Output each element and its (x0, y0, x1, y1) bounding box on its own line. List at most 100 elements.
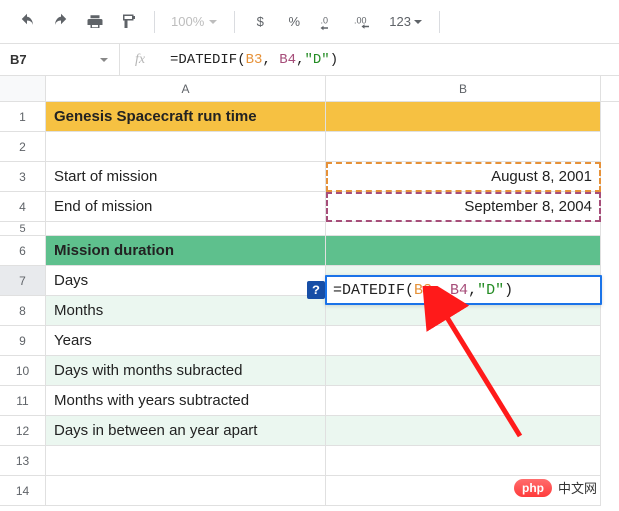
cell-A14[interactable] (46, 476, 326, 506)
undo-button[interactable] (14, 9, 40, 35)
row-header-11[interactable]: 11 (0, 386, 46, 416)
zoom-value: 100% (171, 14, 204, 29)
row-2: 2 (0, 132, 619, 162)
cell-A5[interactable] (46, 222, 326, 236)
formula-comma: , (296, 52, 304, 68)
formula-suffix: ) (330, 52, 338, 68)
name-box-value: B7 (10, 52, 27, 67)
redo-button[interactable] (48, 9, 74, 35)
row-header-2[interactable]: 2 (0, 132, 46, 162)
toolbar: 100% $ % .0 .00 123 (0, 0, 619, 44)
toolbar-separator (439, 11, 440, 33)
cell-A12[interactable]: Days in between an year apart (46, 416, 326, 446)
row-1: 1 Genesis Spacecraft run time (0, 102, 619, 132)
format-currency-button[interactable]: $ (247, 9, 273, 35)
chevron-down-icon (208, 17, 218, 27)
cell-B10[interactable] (326, 356, 601, 386)
row-6: 6 Mission duration (0, 236, 619, 266)
row-header-1[interactable]: 1 (0, 102, 46, 132)
print-button[interactable] (82, 9, 108, 35)
watermark-badge: php (514, 479, 552, 497)
row-3: 3 Start of mission August 8, 2001 (0, 162, 619, 192)
formula-comma: , (262, 52, 279, 68)
chevron-down-icon (413, 17, 423, 27)
row-11: 11 Months with years subtracted (0, 386, 619, 416)
editor-arg3: "D" (477, 282, 504, 299)
cell-B11[interactable] (326, 386, 601, 416)
row-header-12[interactable]: 12 (0, 416, 46, 446)
editor-comma: , (468, 282, 477, 299)
more-formats-button[interactable]: 123 (385, 9, 427, 35)
row-header-14[interactable]: 14 (0, 476, 46, 506)
formula-hint-icon[interactable]: ? (307, 281, 325, 299)
cell-A13[interactable] (46, 446, 326, 476)
row-header-6[interactable]: 6 (0, 236, 46, 266)
row-header-9[interactable]: 9 (0, 326, 46, 356)
increase-decimal-button[interactable]: .00 (349, 9, 377, 35)
paint-format-button[interactable] (116, 9, 142, 35)
more-formats-label: 123 (389, 14, 411, 29)
spreadsheet-grid: A B 1 Genesis Spacecraft run time 2 3 St… (0, 76, 619, 506)
row-header-13[interactable]: 13 (0, 446, 46, 476)
cell-A9[interactable]: Years (46, 326, 326, 356)
cell-B5[interactable] (326, 222, 601, 236)
svg-text:.00: .00 (354, 15, 367, 25)
cell-B12[interactable] (326, 416, 601, 446)
row-5: 5 (0, 222, 619, 236)
editor-prefix: =DATEDIF( (333, 282, 414, 299)
fx-icon: fx (120, 52, 160, 68)
cell-A10[interactable]: Days with months subracted (46, 356, 326, 386)
row-12: 12 Days in between an year apart (0, 416, 619, 446)
chevron-down-icon (99, 55, 109, 65)
cell-A1[interactable]: Genesis Spacecraft run time (46, 102, 326, 132)
editor-arg1: B3 (414, 282, 432, 299)
cell-A2[interactable] (46, 132, 326, 162)
decrease-decimal-button[interactable]: .0 (315, 9, 341, 35)
formula-bar[interactable]: =DATEDIF(B3, B4,"D") (160, 44, 619, 75)
formula-arg2: B4 (279, 52, 296, 68)
select-all-corner[interactable] (0, 76, 46, 102)
formula-arg1: B3 (246, 52, 263, 68)
row-header-7[interactable]: 7 (0, 266, 46, 296)
active-cell-editor[interactable]: ? =DATEDIF(B3, B4,"D") (325, 275, 602, 305)
cell-B9[interactable] (326, 326, 601, 356)
watermark: php 中文网 (514, 478, 597, 497)
row-header-8[interactable]: 8 (0, 296, 46, 326)
cell-B4[interactable]: September 8, 2004 (326, 192, 601, 222)
row-header-10[interactable]: 10 (0, 356, 46, 386)
column-headers: A B (0, 76, 619, 102)
row-header-5[interactable]: 5 (0, 222, 46, 236)
cell-B3[interactable]: August 8, 2001 (326, 162, 601, 192)
cell-B2[interactable] (326, 132, 601, 162)
cell-A4[interactable]: End of mission (46, 192, 326, 222)
cell-A6[interactable]: Mission duration (46, 236, 326, 266)
row-4: 4 End of mission September 8, 2004 (0, 192, 619, 222)
cell-B13[interactable] (326, 446, 601, 476)
row-13: 13 (0, 446, 619, 476)
toolbar-separator (154, 11, 155, 33)
column-header-A[interactable]: A (46, 76, 326, 102)
cell-B6[interactable] (326, 236, 601, 266)
editor-arg2: B4 (450, 282, 468, 299)
row-header-3[interactable]: 3 (0, 162, 46, 192)
row-header-4[interactable]: 4 (0, 192, 46, 222)
toolbar-separator (234, 11, 235, 33)
formula-arg3: "D" (304, 52, 329, 68)
cell-B1[interactable] (326, 102, 601, 132)
formula-row: B7 fx =DATEDIF(B3, B4,"D") (0, 44, 619, 76)
cell-A8[interactable]: Months (46, 296, 326, 326)
column-header-B[interactable]: B (326, 76, 601, 102)
cell-A7[interactable]: Days (46, 266, 326, 296)
format-percent-button[interactable]: % (281, 9, 307, 35)
cell-A11[interactable]: Months with years subtracted (46, 386, 326, 416)
row-10: 10 Days with months subracted (0, 356, 619, 386)
svg-text:.0: .0 (321, 15, 329, 25)
watermark-text: 中文网 (558, 478, 597, 497)
editor-comma: , (432, 282, 450, 299)
cell-A3[interactable]: Start of mission (46, 162, 326, 192)
row-9: 9 Years (0, 326, 619, 356)
name-box[interactable]: B7 (0, 44, 120, 75)
formula-prefix: =DATEDIF( (170, 52, 246, 68)
column-header-stub (601, 76, 619, 102)
zoom-select[interactable]: 100% (167, 14, 222, 29)
